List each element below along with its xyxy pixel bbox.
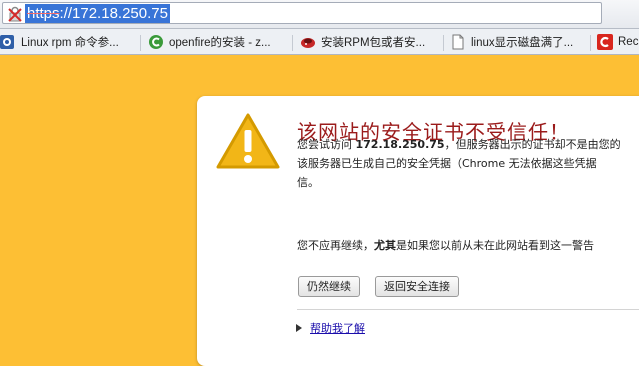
advice-emphasis: 尤其	[374, 239, 396, 252]
browser-toolbar: https://172.18.250.75	[0, 0, 639, 28]
advice-prefix: 您不应再继续，	[297, 239, 374, 252]
broken-lock-icon[interactable]	[7, 6, 23, 22]
bookmark-separator	[140, 35, 141, 51]
desc-suffix: ，但服务器出示的证书却不是由您的	[444, 138, 621, 151]
bookmark-separator	[292, 35, 293, 51]
linux-favicon-icon	[0, 35, 14, 49]
bookmark-label: Rec	[618, 36, 639, 48]
bookmark-label: Linux rpm 命令参...	[21, 37, 119, 49]
bookmark-separator	[590, 35, 591, 51]
page-icon	[452, 34, 464, 50]
url-text[interactable]: https://172.18.250.75	[25, 4, 170, 23]
desc-host: 172.18.250.75	[355, 138, 445, 151]
c-favicon-icon	[149, 35, 163, 49]
bookmarks-bar: Linux rpm 命令参... openfire的安装 - z... 安装RP…	[0, 29, 639, 55]
bookmark-linux-rpm[interactable]: Linux rpm 命令参...	[0, 32, 119, 52]
desc-line-2: 该服务器已生成自己的安全凭据（Chrome 无法依据这些凭据	[297, 157, 597, 170]
url-host: ://172.18.250.75	[59, 5, 168, 22]
bookmark-install-rpm[interactable]: 安装RPM包或者安...	[300, 32, 425, 52]
url-scheme: https	[27, 5, 60, 22]
warning-advice: 您不应再继续，尤其是如果您以前从未在此网站看到这一警告	[297, 236, 639, 255]
red-c-favicon-icon	[597, 34, 613, 50]
expand-triangle-icon[interactable]	[296, 324, 302, 332]
bookmark-separator	[443, 35, 444, 51]
bookmark-label: openfire的安装 - z...	[169, 37, 271, 49]
bookmark-linux-disk[interactable]: linux显示磁盘满了...	[450, 32, 573, 52]
back-to-safety-button[interactable]: 返回安全连接	[375, 276, 459, 297]
advice-suffix: 是如果您以前从未在此网站看到这一警告	[396, 239, 594, 252]
warning-description: 您尝试访问 172.18.250.75，但服务器出示的证书却不是由您的 该服务器…	[297, 135, 639, 192]
address-bar[interactable]: https://172.18.250.75	[2, 2, 602, 24]
rpm-favicon-icon	[301, 38, 315, 48]
ssl-warning-card: 该网站的安全证书不受信任！ 您尝试访问 172.18.250.75，但服务器出示…	[197, 96, 639, 366]
proceed-anyway-button[interactable]: 仍然继续	[298, 276, 360, 297]
warning-icon	[216, 113, 280, 169]
help-expander[interactable]: 帮助我了解	[296, 320, 365, 336]
bookmark-openfire[interactable]: openfire的安装 - z...	[148, 32, 271, 52]
desc-line-3: 信。	[297, 176, 319, 189]
desc-prefix: 您尝试访问	[297, 138, 356, 151]
bookmark-label: 安装RPM包或者安...	[321, 37, 426, 49]
help-link[interactable]: 帮助我了解	[310, 320, 365, 336]
bookmark-label: linux显示磁盘满了...	[471, 37, 574, 49]
bookmark-rec[interactable]: Rec	[597, 32, 638, 52]
card-divider	[297, 309, 639, 310]
